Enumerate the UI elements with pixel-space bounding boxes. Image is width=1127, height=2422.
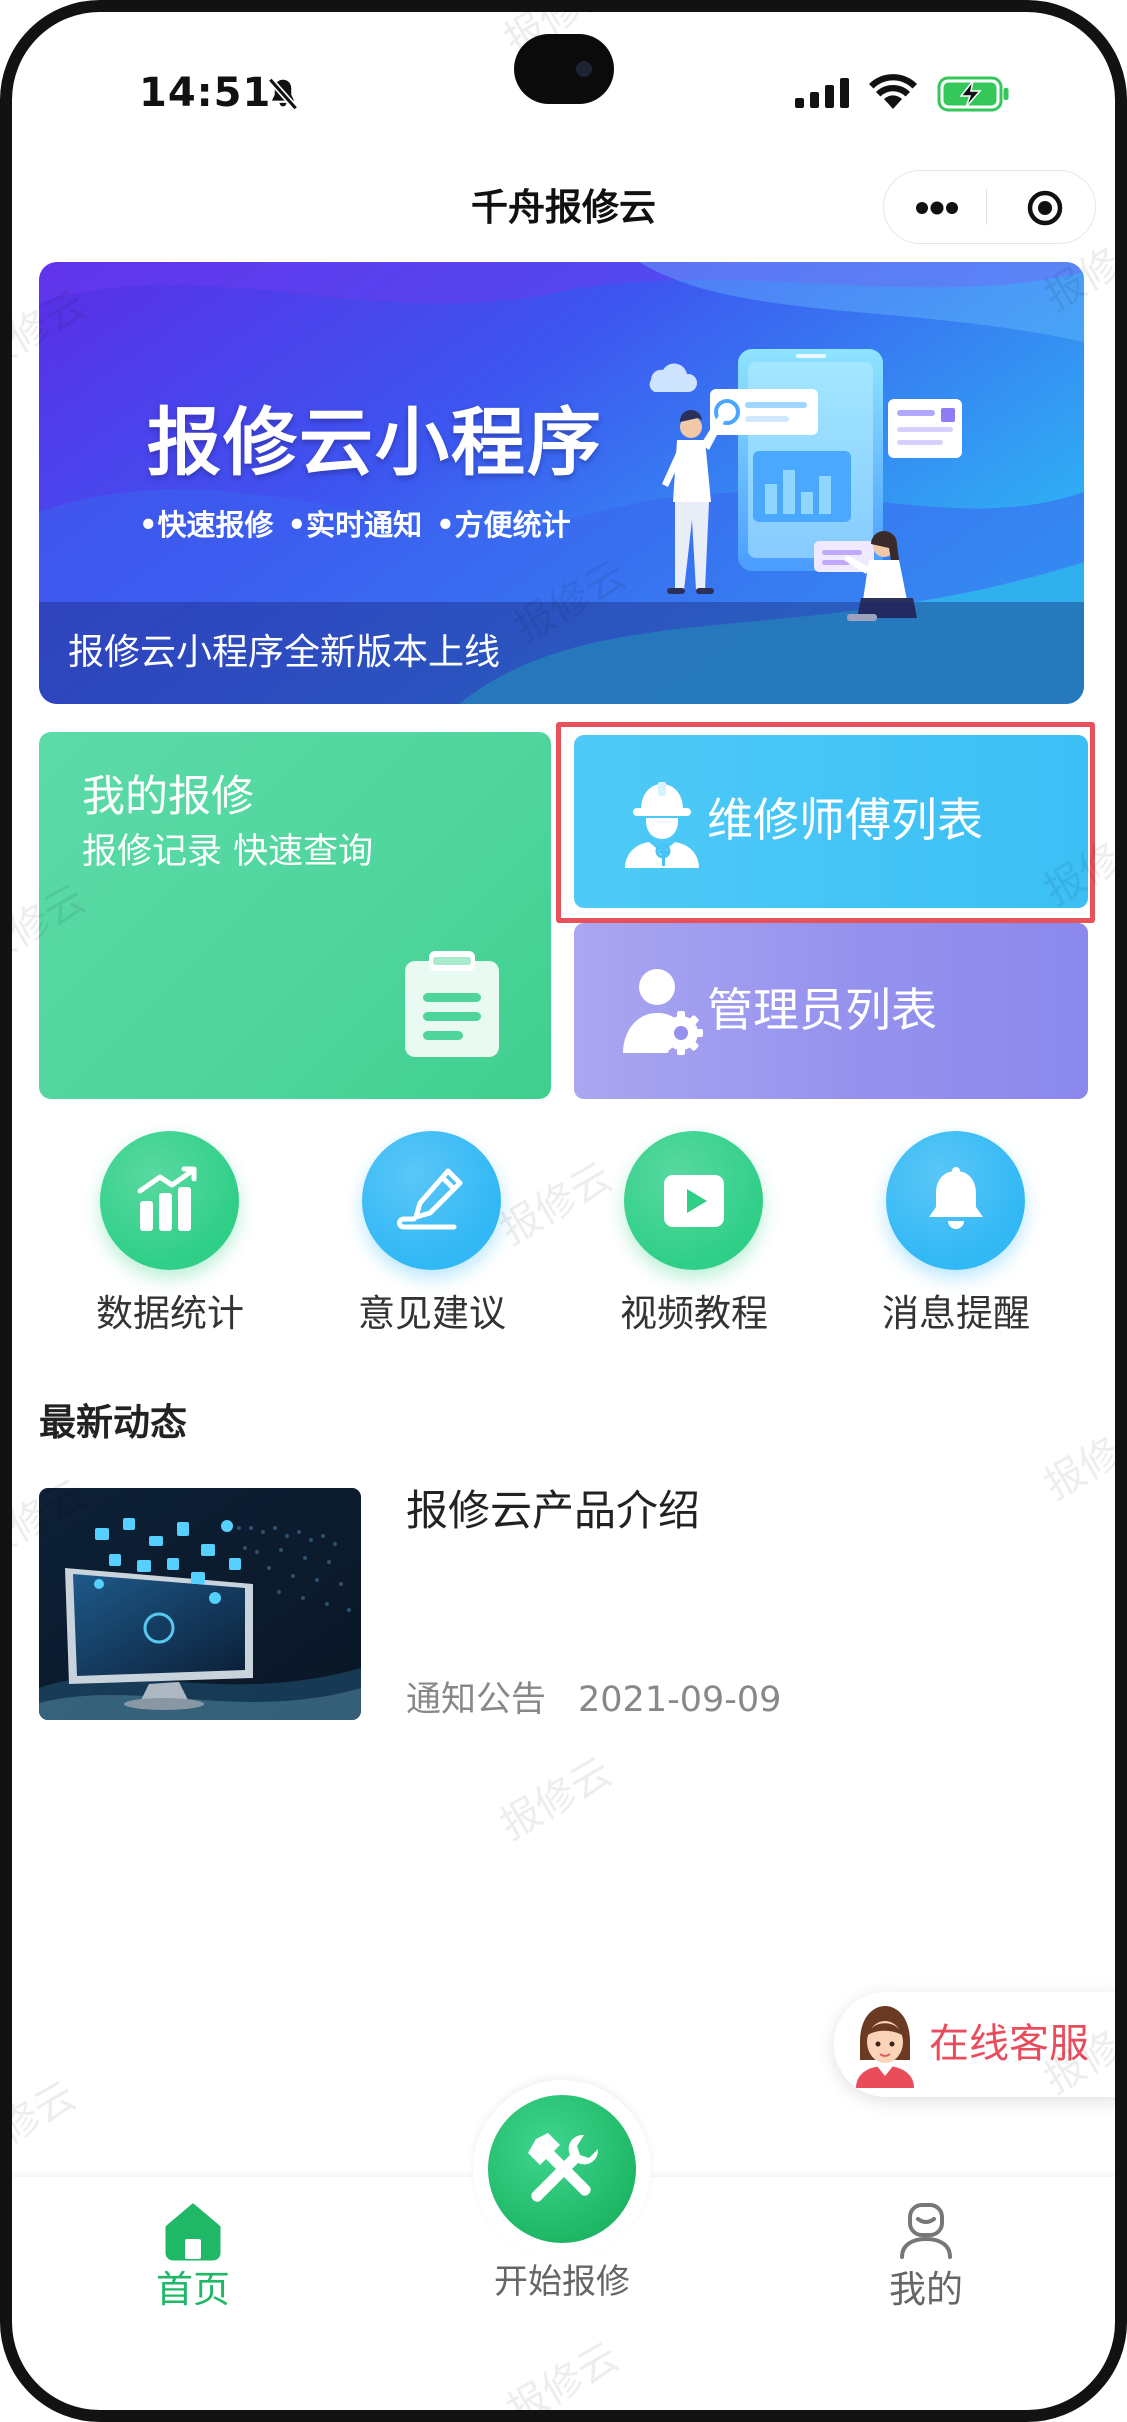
tab-label: 我的 (889, 2268, 963, 2311)
admin-gear-icon (621, 965, 703, 1055)
more-dots-icon (916, 201, 958, 215)
shortcut-label: 消息提醒 (882, 1292, 1030, 1335)
watermark: 报修云 (492, 1749, 620, 1849)
banner-feature: •方便统计 (436, 508, 571, 542)
user-icon (896, 2201, 956, 2261)
shortcut-icon-circle (100, 1131, 239, 1270)
my-repairs-title: 我的报修 (82, 772, 254, 822)
shortcut-video-tutorials[interactable]: 视频教程 (563, 1131, 825, 1341)
cellular-signal-icon (795, 78, 851, 108)
banner-feature: •实时通知 (287, 508, 423, 542)
wrench-hammer-icon (528, 2133, 599, 2202)
my-repairs-card[interactable]: 我的报修 报修记录 快速查询 (39, 732, 551, 1099)
computer-monitor-image (39, 1488, 361, 1720)
status-time: 14:51 (139, 70, 272, 116)
target-icon (1027, 190, 1063, 226)
clipboard-icon (397, 949, 507, 1059)
news-thumbnail (39, 1488, 361, 1720)
shortcut-icon-circle (886, 1131, 1025, 1270)
banner-features: •快速报修 •实时通知 •方便统计 (139, 507, 571, 543)
bar-chart-icon (137, 1166, 197, 1231)
news-category: 通知公告 (406, 1680, 547, 1720)
shortcut-label: 数据统计 (96, 1292, 244, 1335)
promo-banner[interactable]: 报修云小程序 •快速报修 •实时通知 •方便统计 报修云小程序全新版本上线 (39, 262, 1084, 704)
tab-home[interactable]: 首页 (93, 2177, 293, 2347)
play-icon (664, 1175, 724, 1227)
shortcut-label: 视频教程 (620, 1292, 768, 1335)
banner-title: 报修云小程序 (147, 400, 603, 486)
news-title: 报修云产品介绍 (406, 1486, 701, 1535)
shortcut-icon-circle (624, 1131, 763, 1270)
shortcut-grid: 数据统计 意见建议 视频教程 消息提醒 (39, 1131, 1087, 1341)
start-repair-button[interactable] (473, 2080, 651, 2258)
shortcut-notifications[interactable]: 消息提醒 (825, 1131, 1087, 1341)
my-repairs-subtitle: 报修记录 快速查询 (82, 832, 374, 872)
online-service-label: 在线客服 (929, 2021, 1089, 2067)
bell-muted-icon (264, 75, 302, 113)
tab-label: 首页 (156, 2268, 230, 2311)
shortcut-data-stats[interactable]: 数据统计 (39, 1131, 301, 1341)
news-meta: 通知公告 2021-09-09 (406, 1679, 781, 1721)
agent-avatar-icon (850, 2002, 920, 2088)
home-icon (163, 2201, 223, 2261)
admins-list-card[interactable]: 管理员列表 (574, 923, 1088, 1099)
dynamic-island (514, 34, 614, 104)
banner-feature: •快速报修 (139, 508, 274, 542)
banner-caption-bar: 报修云小程序全新版本上线 (39, 602, 1084, 704)
news-date: 2021-09-09 (578, 1680, 782, 1720)
battery-charging-icon (937, 76, 1011, 112)
shortcut-icon-circle (362, 1131, 501, 1270)
admins-list-label: 管理员列表 (707, 983, 937, 1037)
start-repair-circle (488, 2095, 636, 2243)
pen-icon (397, 1168, 463, 1230)
shortcut-label: 意见建议 (358, 1292, 506, 1335)
watermark: 报修云 (0, 2073, 84, 2173)
news-item[interactable]: 报修云产品介绍 通知公告 2021-09-09 (39, 1488, 1088, 1720)
bell-icon (929, 1167, 983, 1229)
online-service-button[interactable]: 在线客服 (834, 1992, 1127, 2097)
shortcut-suggestions[interactable]: 意见建议 (301, 1131, 563, 1341)
news-section-heading: 最新动态 (39, 1401, 187, 1444)
highlight-box (556, 722, 1095, 923)
close-button[interactable] (987, 171, 1095, 243)
wifi-icon (869, 73, 917, 111)
banner-caption: 报修云小程序全新版本上线 (68, 632, 501, 673)
mini-program-capsule (883, 170, 1096, 244)
tab-me[interactable]: 我的 (826, 2177, 1026, 2347)
start-repair-label: 开始报修 (494, 2262, 630, 2302)
more-button[interactable] (884, 171, 986, 243)
phone-screen: 14:51 千舟报修云 报修云小程序 •快速报修 •实时通知 •方便统计 报修云… (0, 0, 1127, 2422)
